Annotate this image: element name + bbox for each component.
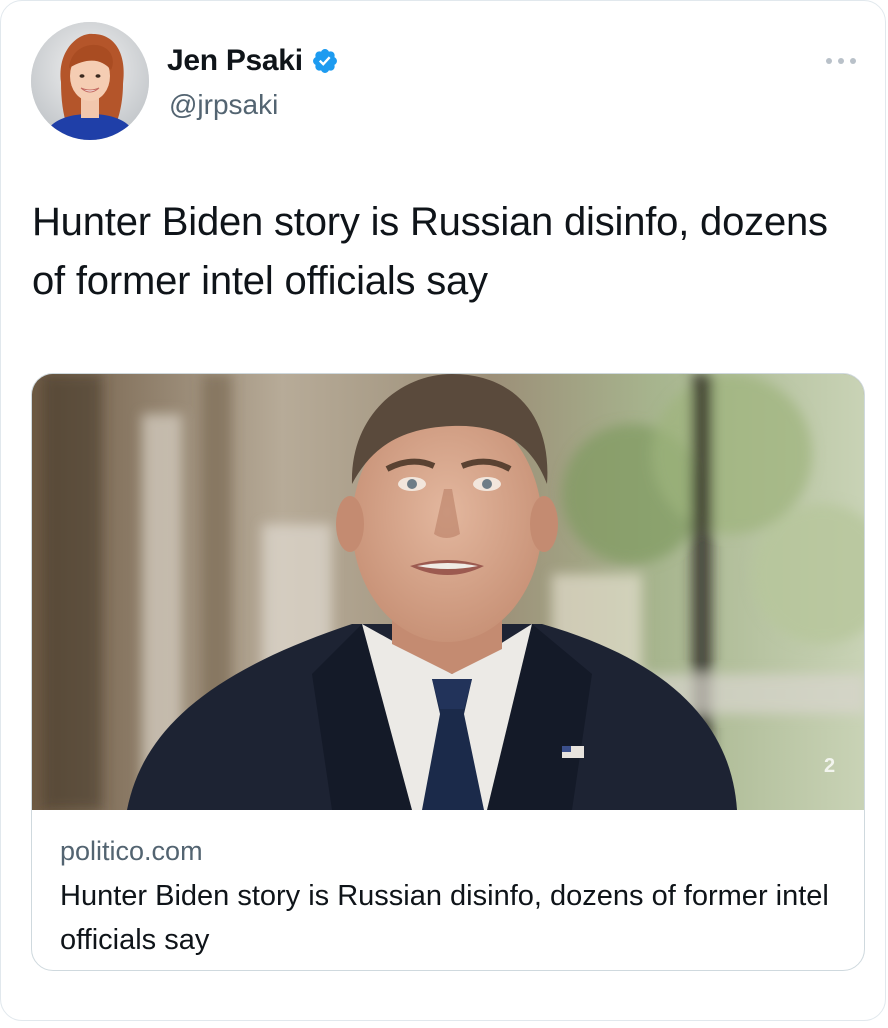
- tweet-text: Hunter Biden story is Russian disinfo, d…: [32, 200, 828, 303]
- link-card-domain: politico.com: [60, 836, 203, 866]
- avatar-image: [31, 22, 149, 140]
- article-thumbnail-image: 2: [32, 374, 864, 810]
- link-preview-card[interactable]: 2 politico.com Hunter Biden story is Rus…: [31, 373, 865, 971]
- author-display-name[interactable]: Jen Psaki: [167, 44, 303, 78]
- tweet-card[interactable]: Jen Psaki @jrpsaki Hunter Biden story is…: [0, 0, 886, 1021]
- author-name-row[interactable]: Jen Psaki: [167, 43, 339, 79]
- more-horizontal-icon[interactable]: [821, 53, 861, 69]
- author-avatar[interactable]: [31, 22, 149, 140]
- verified-badge-icon: [311, 47, 339, 75]
- svg-text:2: 2: [824, 755, 835, 777]
- link-card-title[interactable]: Hunter Biden story is Russian disinfo, d…: [60, 874, 840, 962]
- author-handle[interactable]: @jrpsaki: [169, 89, 278, 121]
